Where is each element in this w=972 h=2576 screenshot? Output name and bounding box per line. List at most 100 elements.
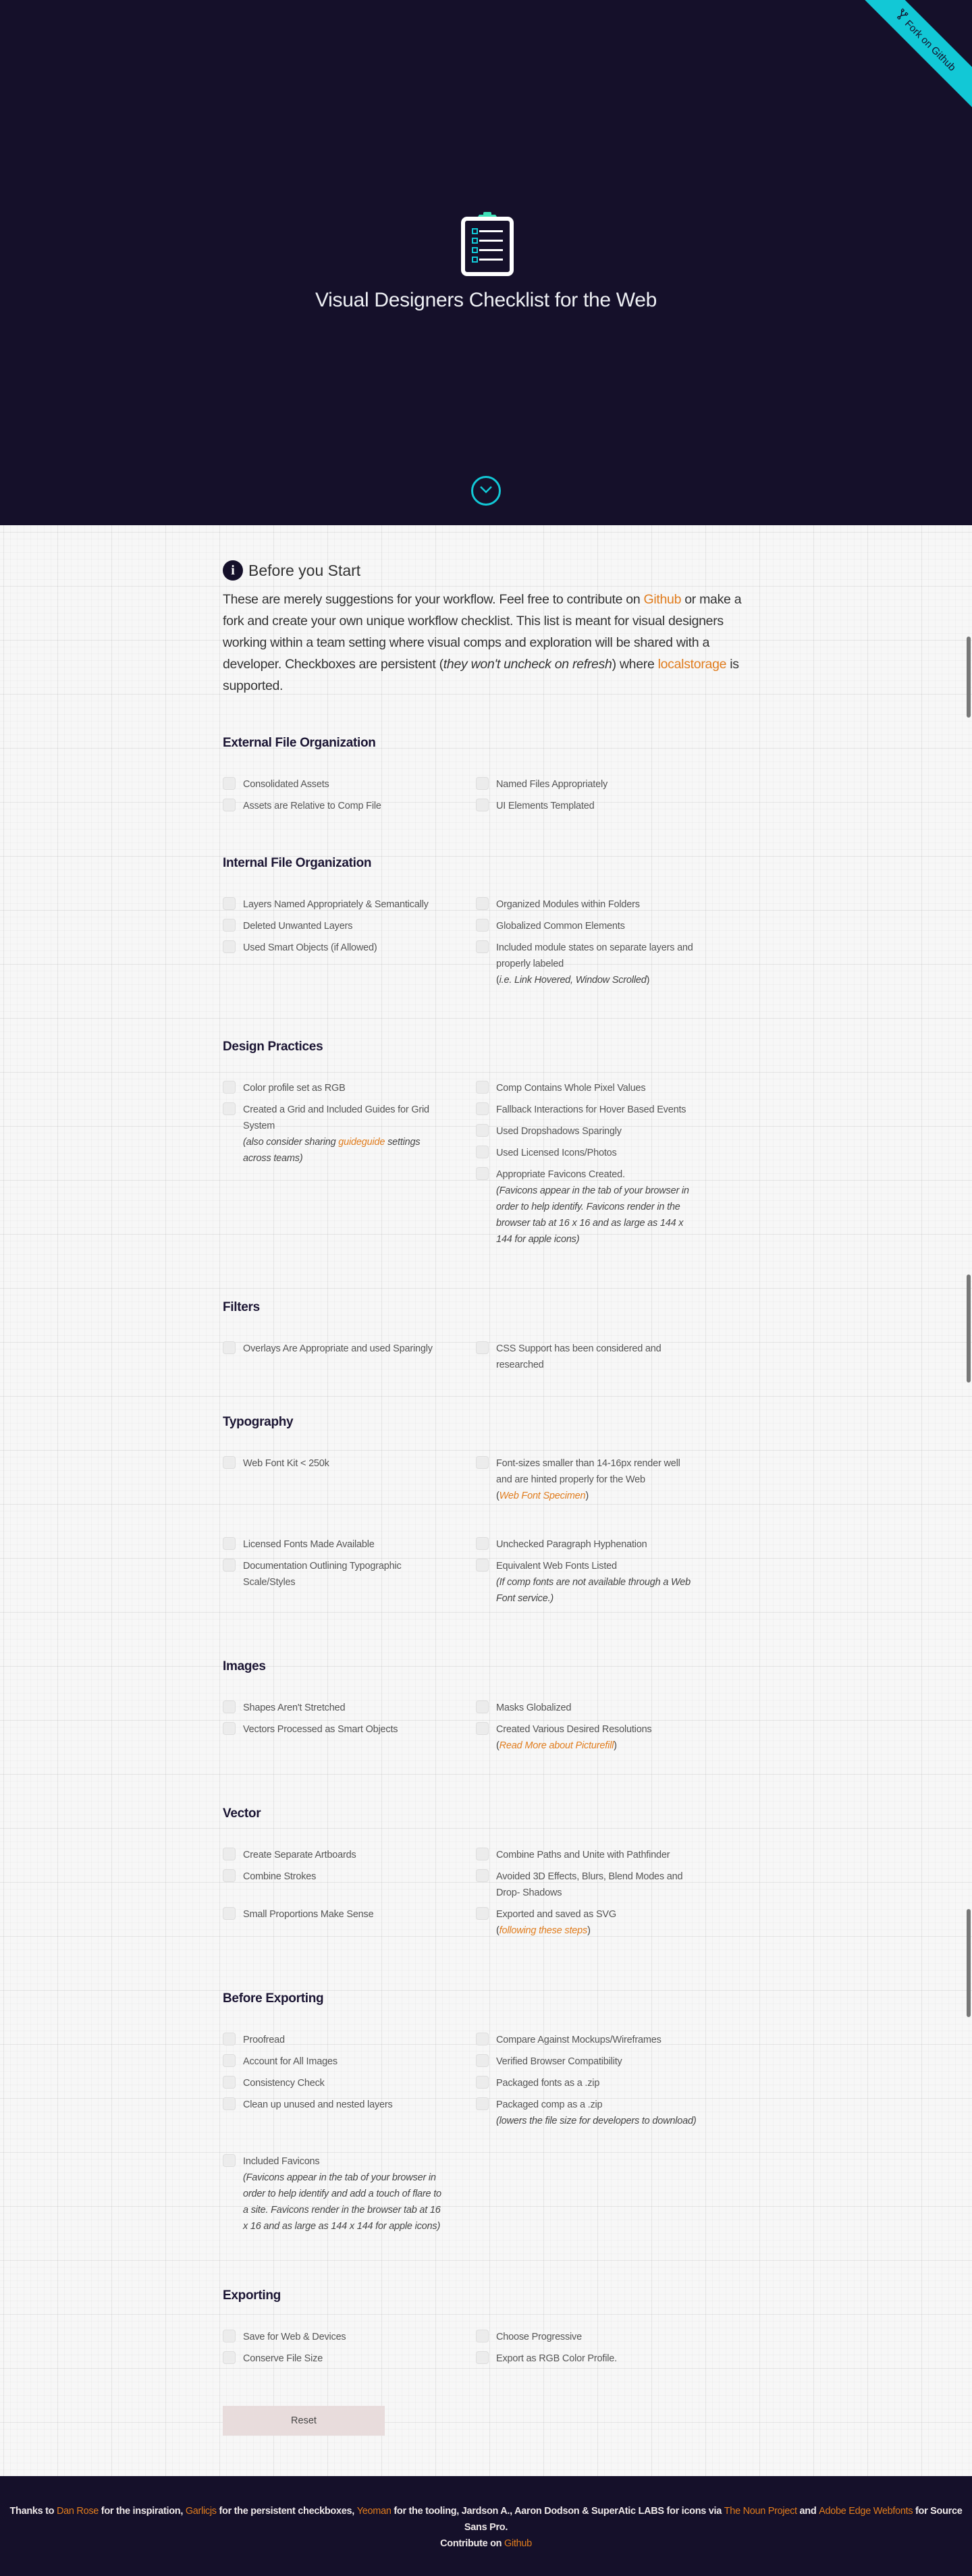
checkbox[interactable] (223, 1559, 236, 1572)
checklist-item[interactable]: UI Elements Templated (476, 798, 729, 814)
yeoman-link[interactable]: Yeoman (357, 2506, 392, 2517)
checklist-item[interactable]: Documentation Outlining Typographic Scal… (223, 1558, 476, 1590)
reset-button[interactable]: Reset (223, 2406, 385, 2436)
checkbox[interactable] (223, 1907, 236, 1920)
checklist-item[interactable]: Consolidated Assets (223, 776, 476, 793)
guideguide-link[interactable]: guideguide (338, 1137, 385, 1148)
localstorage-link[interactable]: localstorage (658, 657, 727, 672)
checkbox[interactable] (476, 1146, 489, 1158)
checkbox[interactable] (223, 940, 236, 953)
checklist-item[interactable]: Save for Web & Devices (223, 2329, 476, 2345)
checklist-item[interactable]: Globalized Common Elements (476, 918, 729, 934)
checklist-item[interactable]: Appropriate Favicons Created. (Favicons a… (476, 1166, 729, 1247)
checkbox[interactable] (223, 919, 236, 932)
checklist-item[interactable]: Layers Named Appropriately & Semanticall… (223, 896, 476, 913)
checklist-item[interactable]: Combine Strokes (223, 1869, 476, 1885)
checklist-item[interactable]: Packaged comp as a .zip (lowers the file … (476, 2097, 729, 2129)
checklist-item[interactable]: Conserve File Size (223, 2351, 476, 2367)
checklist-item[interactable]: Used Licensed Icons/Photos (476, 1145, 729, 1161)
checklist-item[interactable]: Consistency Check (223, 2075, 476, 2091)
checklist-item[interactable]: Organized Modules within Folders (476, 896, 729, 913)
scrollbar-thumb[interactable] (967, 1909, 971, 2017)
checklist-item[interactable]: Assets are Relative to Comp File (223, 798, 476, 814)
checkbox[interactable] (223, 799, 236, 811)
checkbox[interactable] (476, 1081, 489, 1094)
checklist-item[interactable]: Export as RGB Color Profile. (476, 2351, 729, 2367)
checkbox[interactable] (223, 2033, 236, 2045)
checklist-item[interactable]: Deleted Unwanted Layers (223, 918, 476, 934)
checklist-item[interactable]: Created a Grid and Included Guides for G… (223, 1102, 476, 1166)
checkbox[interactable] (476, 1102, 489, 1115)
checklist-item[interactable]: Fallback Interactions for Hover Based Ev… (476, 1102, 729, 1118)
checklist-item[interactable]: Font-sizes smaller than 14-16px render w… (476, 1455, 729, 1504)
checklist-item[interactable]: Used Smart Objects (if Allowed) (223, 940, 476, 956)
checklist-item[interactable]: Masks Globalized (476, 1700, 729, 1716)
checkbox[interactable] (476, 777, 489, 790)
checkbox[interactable] (476, 1907, 489, 1920)
checklist-item[interactable]: Used Dropshadows Sparingly (476, 1123, 729, 1139)
checkbox[interactable] (476, 1700, 489, 1713)
checklist-item[interactable]: Equivalent Web Fonts Listed (If comp font… (476, 1558, 729, 1607)
checklist-item[interactable]: Combine Paths and Unite with Pathfinder (476, 1847, 729, 1863)
checkbox[interactable] (476, 940, 489, 953)
checkbox[interactable] (223, 1537, 236, 1550)
checkbox[interactable] (476, 2330, 489, 2342)
footer-github-link[interactable]: Github (504, 2538, 532, 2549)
checkbox[interactable] (476, 799, 489, 811)
checkbox[interactable] (223, 2330, 236, 2342)
garlicjs-link[interactable]: Garlicjs (186, 2506, 217, 2517)
checkbox[interactable] (223, 2154, 236, 2167)
checkbox[interactable] (476, 919, 489, 932)
checklist-item[interactable]: Proofread (223, 2032, 476, 2048)
checkbox[interactable] (223, 1081, 236, 1094)
checkbox[interactable] (223, 1102, 236, 1115)
following-steps-link[interactable]: following these steps (500, 1925, 588, 1936)
checkbox[interactable] (476, 2076, 489, 2089)
checklist-item[interactable]: Exported and saved as SVG (following thes… (476, 1906, 729, 1939)
scrollbar-thumb[interactable] (967, 1274, 971, 1383)
web-font-specimen-link[interactable]: Web Font Specimen (500, 1491, 586, 1501)
noun-project-link[interactable]: The Noun Project (724, 2506, 797, 2517)
picturefill-link[interactable]: Read More about Picturefill (500, 1740, 614, 1751)
checkbox[interactable] (476, 1341, 489, 1354)
checklist-item[interactable]: Create Separate Artboards (223, 1847, 476, 1863)
checkbox[interactable] (476, 2054, 489, 2067)
checklist-item[interactable]: Clean up unused and nested layers (223, 2097, 476, 2113)
checkbox[interactable] (476, 1559, 489, 1572)
checklist-item[interactable]: Unchecked Paragraph Hyphenation (476, 1536, 729, 1553)
checklist-item[interactable]: Created Various Desired Resolutions (Read… (476, 1721, 729, 1754)
checkbox[interactable] (223, 2076, 236, 2089)
checkbox[interactable] (476, 1167, 489, 1180)
checkbox[interactable] (223, 2351, 236, 2364)
checkbox[interactable] (476, 2033, 489, 2045)
checkbox[interactable] (223, 1700, 236, 1713)
checkbox[interactable] (476, 1537, 489, 1550)
checkbox[interactable] (476, 1456, 489, 1469)
checkbox[interactable] (223, 1848, 236, 1860)
scroll-down-button[interactable] (471, 476, 501, 506)
checklist-item[interactable]: Account for All Images (223, 2054, 476, 2070)
checklist-item[interactable]: Choose Progressive (476, 2329, 729, 2345)
github-link[interactable]: Github (643, 592, 681, 607)
checklist-item[interactable]: Included module states on separate layer… (476, 940, 729, 988)
checkbox[interactable] (223, 1341, 236, 1354)
fork-on-github-ribbon[interactable]: Fork on Github (854, 0, 972, 113)
checkbox[interactable] (223, 897, 236, 910)
checklist-item[interactable]: Small Proportions Make Sense (223, 1906, 476, 1923)
checkbox[interactable] (223, 1869, 236, 1882)
checkbox[interactable] (223, 777, 236, 790)
checkbox[interactable] (476, 1722, 489, 1735)
checkbox[interactable] (476, 897, 489, 910)
checklist-item[interactable]: Shapes Aren't Stretched (223, 1700, 476, 1716)
checklist-item[interactable]: Named Files Appropriately (476, 776, 729, 793)
scrollbar-thumb[interactable] (967, 637, 971, 718)
checkbox[interactable] (476, 1848, 489, 1860)
checkbox[interactable] (476, 1124, 489, 1137)
checklist-item[interactable]: Licensed Fonts Made Available (223, 1536, 476, 1553)
checklist-item[interactable]: Included Favicons (Favicons appear in the… (223, 2153, 476, 2234)
checklist-item[interactable]: Web Font Kit < 250k (223, 1455, 476, 1472)
checklist-item[interactable]: Comp Contains Whole Pixel Values (476, 1080, 729, 1096)
checklist-item[interactable]: Avoided 3D Effects, Blurs, Blend Modes a… (476, 1869, 729, 1901)
checklist-item[interactable]: Verified Browser Compatibility (476, 2054, 729, 2070)
checklist-item[interactable]: Color profile set as RGB (223, 1080, 476, 1096)
